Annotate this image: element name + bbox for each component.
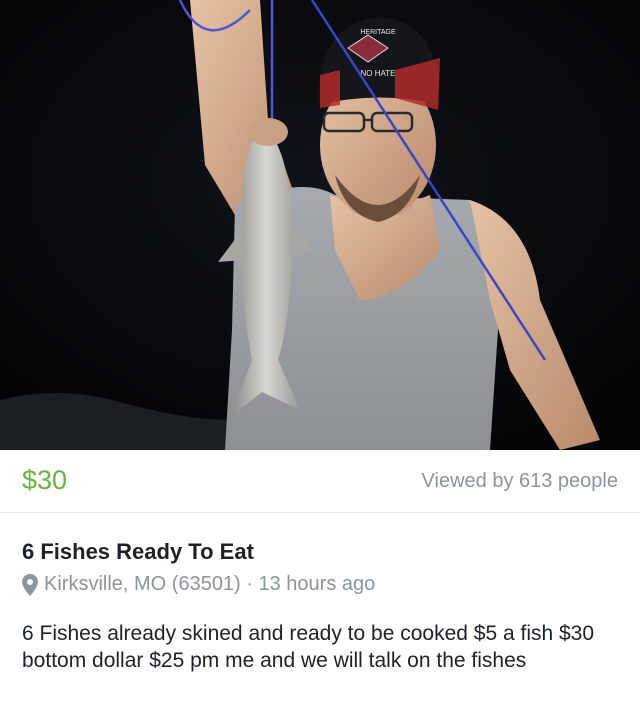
listing-location-row: Kirksville, MO (63501) · 13 hours ago [22, 573, 375, 596]
cap-text-bottom: NO HATE [361, 69, 396, 78]
meta-separator: · [240, 573, 259, 595]
listing-title: 6 Fishes Ready To Eat [22, 539, 254, 564]
map-pin-icon [22, 573, 38, 596]
listing-description: 6 Fishes already skined and ready to be … [22, 622, 595, 672]
listing-price: $30 [22, 465, 68, 495]
location-text[interactable]: Kirksville, MO (63501) [44, 573, 241, 596]
cap-text-top: HERITAGE [360, 29, 396, 36]
listing-photo[interactable]: HERITAGE NO HATE [0, 0, 640, 450]
price-row: $30 Viewed by 613 people [0, 450, 640, 513]
view-count: Viewed by 613 people [421, 470, 618, 492]
time-posted: 13 hours ago [258, 573, 376, 595]
